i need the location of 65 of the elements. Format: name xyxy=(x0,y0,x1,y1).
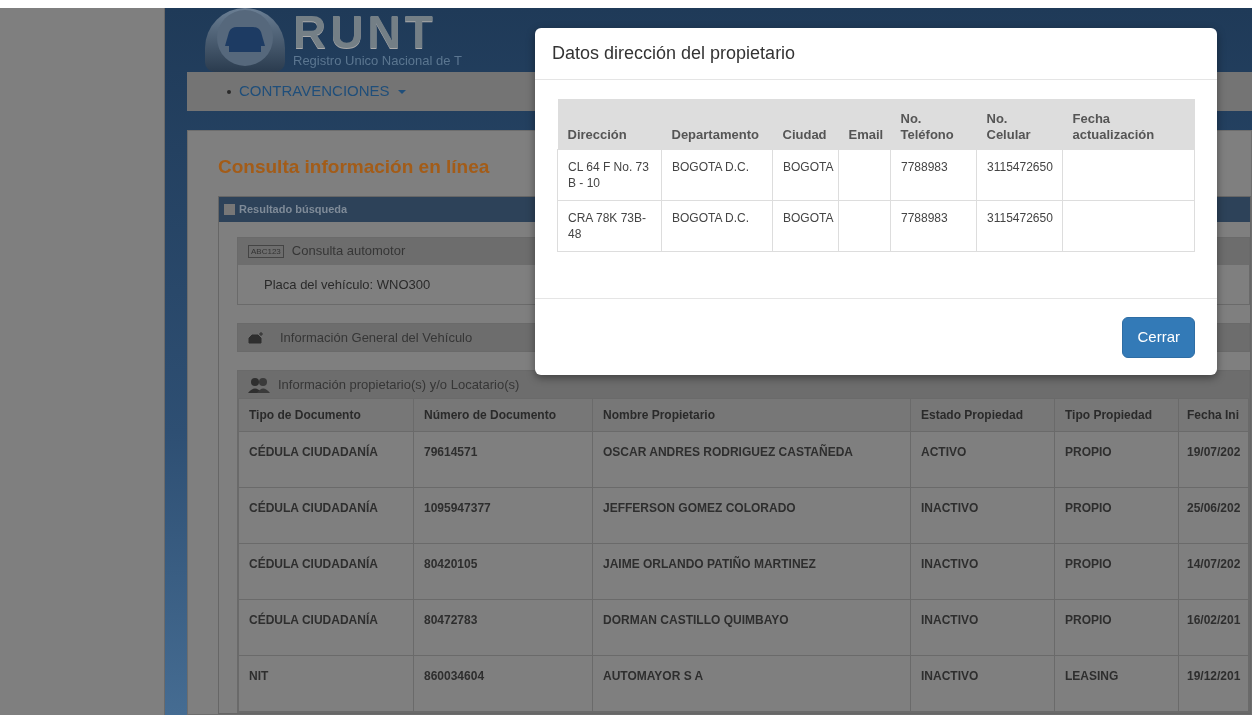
table-cell: BOGOTA D.C. xyxy=(661,200,773,251)
column-header: Email xyxy=(838,99,891,149)
car-logo-icon xyxy=(205,8,285,72)
table-cell: BOGOTA xyxy=(772,200,839,251)
table-cell: CL 64 F No. 73 B - 10 xyxy=(557,149,662,200)
table-cell: JEFFERSON GOMEZ COLORADO xyxy=(592,487,911,544)
page-title: Consulta información en línea xyxy=(218,155,490,179)
table-cell: OSCAR ANDRES RODRIGUEZ CASTAÑEDA xyxy=(592,431,911,488)
column-header: Fecha actualización xyxy=(1062,99,1195,149)
table-cell: INACTIVO xyxy=(910,599,1055,656)
table-cell: DORMAN CASTILLO QUIMBAYO xyxy=(592,599,911,656)
table-cell: CÉDULA CIUDADANÍA xyxy=(238,543,414,600)
table-cell: 16/02/201 xyxy=(1178,599,1249,656)
column-header: Dirección xyxy=(557,99,662,149)
table-cell: 3115472650 xyxy=(976,200,1063,251)
table-cell: 80472783 xyxy=(413,599,593,656)
table-cell: 860034604 xyxy=(413,655,593,712)
close-button[interactable]: Cerrar xyxy=(1122,317,1195,358)
car-plus-icon xyxy=(248,331,264,344)
column-header: No. Teléfono xyxy=(890,99,977,149)
table-cell: 14/07/202 xyxy=(1178,543,1249,600)
table-cell: PROPIO xyxy=(1054,487,1179,544)
table-cell: 19/12/201 xyxy=(1178,655,1249,712)
dialog-title: Datos dirección del propietario xyxy=(552,42,797,64)
table-cell: 7788983 xyxy=(890,149,977,200)
table-cell: 25/06/202 xyxy=(1178,487,1249,544)
table-cell: BOGOTA D.C. xyxy=(661,149,773,200)
table-cell: 1095947377 xyxy=(413,487,593,544)
table-cell: NIT xyxy=(238,655,414,712)
column-header: Departamento xyxy=(661,99,773,149)
table-cell: PROPIO xyxy=(1054,543,1179,600)
table-cell: 19/07/202 xyxy=(1178,431,1249,488)
table-cell: 80420105 xyxy=(413,543,593,600)
column-header: Tipo de Documento xyxy=(238,398,414,432)
table-cell: CÉDULA CIUDADANÍA xyxy=(238,599,414,656)
table-cell: PROPIO xyxy=(1054,599,1179,656)
table-cell: LEASING xyxy=(1054,655,1179,712)
column-header: Tipo Propiedad xyxy=(1054,398,1179,432)
column-header: Número de Documento xyxy=(413,398,593,432)
column-header: Estado Propiedad xyxy=(910,398,1055,432)
table-icon xyxy=(224,203,235,215)
table-cell: JAIME ORLANDO PATIÑO MARTINEZ xyxy=(592,543,911,600)
table-cell: BOGOTA xyxy=(772,149,839,200)
table-cell: INACTIVO xyxy=(910,543,1055,600)
table-cell: AUTOMAYOR S A xyxy=(592,655,911,712)
column-header: No. Celular xyxy=(976,99,1063,149)
table-cell: 79614571 xyxy=(413,431,593,488)
table-cell: INACTIVO xyxy=(910,487,1055,544)
column-header: Ciudad xyxy=(772,99,839,149)
table-cell: 3115472650 xyxy=(976,149,1063,200)
table-cell: PROPIO xyxy=(1054,431,1179,488)
logo-text: RUNT xyxy=(293,10,437,54)
table-cell: 7788983 xyxy=(890,200,977,251)
bullet-icon xyxy=(227,89,231,94)
people-icon xyxy=(248,376,270,393)
column-header: Nombre Propietario xyxy=(592,398,911,432)
table-cell: CRA 78K 73B-48 xyxy=(557,200,662,251)
table-cell: INACTIVO xyxy=(910,655,1055,712)
table-cell: ACTIVO xyxy=(910,431,1055,488)
column-header: Fecha Ini xyxy=(1178,398,1249,432)
panel-title: Resultado búsqueda xyxy=(239,201,348,217)
plate-number: Placa del vehículo: WNO300 xyxy=(263,275,432,294)
table-cell: CÉDULA CIUDADANÍA xyxy=(238,431,414,488)
logo-subtitle: Registro Unico Nacional de T xyxy=(293,54,462,68)
table-cell: CÉDULA CIUDADANÍA xyxy=(238,487,414,544)
